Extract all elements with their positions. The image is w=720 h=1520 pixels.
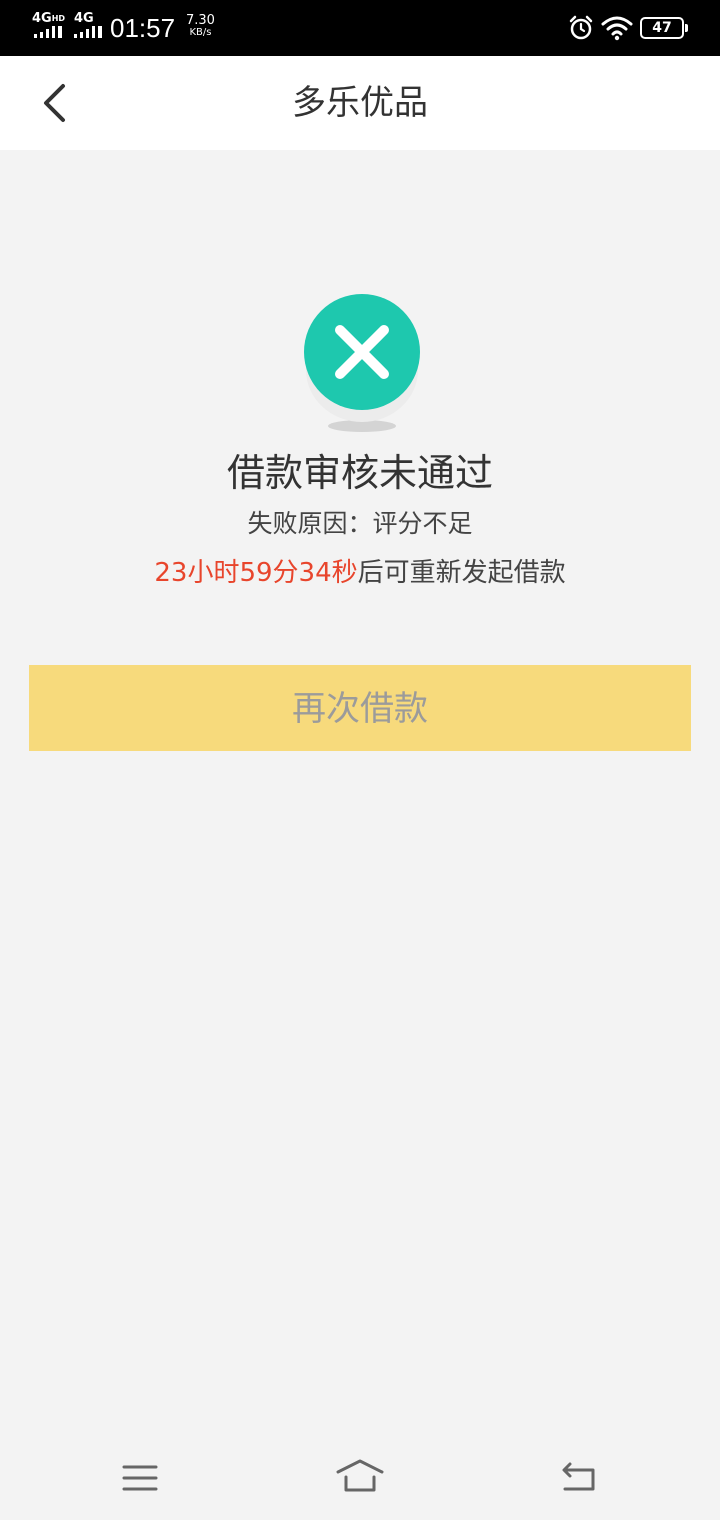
signal-2-icon (74, 26, 104, 38)
back-button[interactable] (28, 78, 78, 128)
menu-button[interactable] (115, 1455, 165, 1501)
network-speed: 7.30 KB/s (186, 13, 215, 38)
network-2-label: 4G (74, 11, 94, 26)
network-1-label: 4GHD (32, 11, 66, 26)
back-nav-button[interactable] (555, 1455, 605, 1501)
error-x-circle-icon (304, 294, 420, 432)
back-icon (562, 1462, 595, 1491)
wifi-icon (601, 16, 633, 41)
countdown-timer: 23小时59分34秒 (154, 558, 358, 588)
result-title: 借款审核未通过 (226, 451, 493, 495)
menu-icon (122, 1465, 158, 1491)
countdown-suffix: 后可重新发起借款 (357, 558, 566, 588)
fail-reason-value: 评分不足 (372, 509, 473, 538)
alarm-icon (569, 15, 593, 40)
chevron-left-icon (44, 84, 65, 122)
header: 多乐优品 (0, 56, 720, 150)
clock: 01:57 (110, 13, 176, 43)
battery-tip (685, 24, 688, 32)
fail-reason-label: 失败原因： (247, 509, 373, 538)
home-button[interactable] (335, 1455, 385, 1501)
fail-reason: 失败原因：评分不足 (60, 506, 660, 542)
signal-1-icon (34, 26, 66, 38)
status-bar: 4GHD 4G 01:57 7.30 KB/s 47 (0, 0, 720, 56)
countdown-message: 23小时59分34秒后可重新发起借款 (60, 554, 660, 592)
retry-loan-button[interactable]: 再次借款 (29, 665, 691, 751)
home-icon (336, 1459, 384, 1492)
system-nav-bar (0, 1435, 720, 1520)
battery-icon: 47 (640, 17, 684, 39)
page-title: 多乐优品 (292, 83, 428, 123)
